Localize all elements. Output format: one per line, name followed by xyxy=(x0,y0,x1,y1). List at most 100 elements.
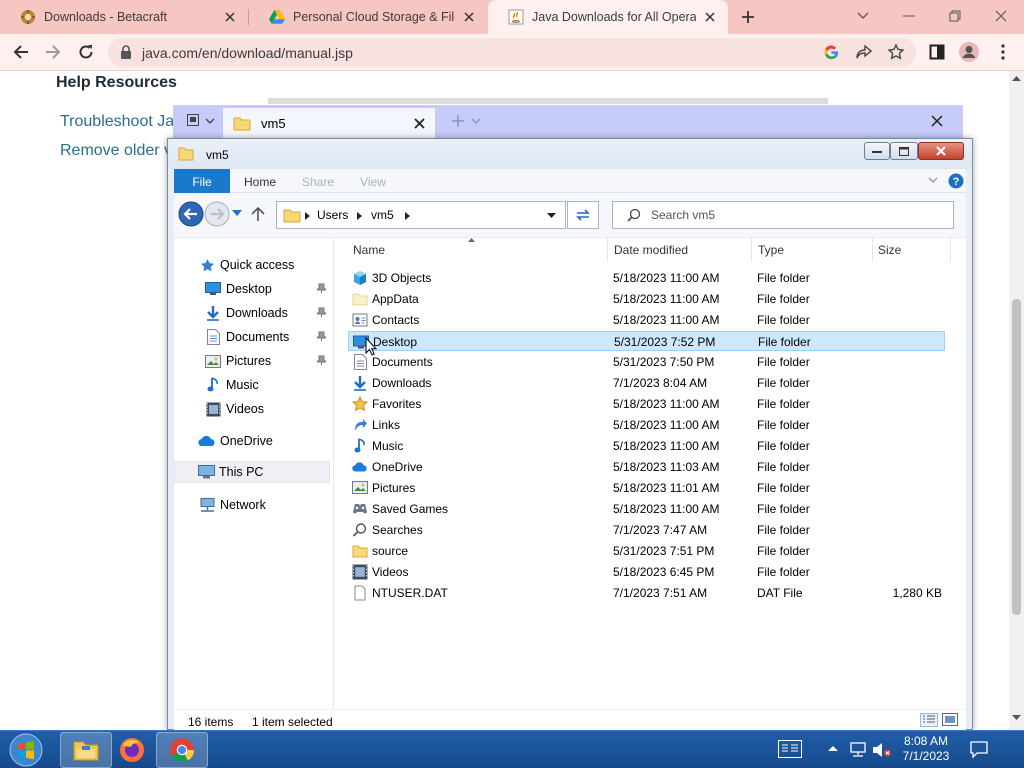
back-button[interactable] xyxy=(8,39,34,65)
back-button[interactable] xyxy=(178,201,204,227)
breadcrumb-users[interactable]: Users xyxy=(317,208,348,222)
taskbar-chrome[interactable] xyxy=(156,732,208,768)
explorer-title-bar[interactable]: vm5 xyxy=(168,139,972,169)
network-status-icon[interactable] xyxy=(850,742,868,758)
ribbon-tab-file[interactable]: File xyxy=(174,169,230,193)
breadcrumb-vm5[interactable]: vm5 xyxy=(371,208,394,222)
tab-list-icon[interactable] xyxy=(187,114,215,128)
share-icon[interactable] xyxy=(856,45,872,60)
close-button[interactable] xyxy=(918,142,964,160)
table-row[interactable]: OneDrive 5/18/2023 11:03 AM File folder xyxy=(348,457,945,477)
chevron-right-icon[interactable] xyxy=(357,212,362,220)
nav-network[interactable]: Network xyxy=(174,494,330,516)
nav-videos[interactable]: Videos xyxy=(174,398,330,420)
column-header-date-modified[interactable]: Date modified xyxy=(614,243,688,257)
expand-ribbon-icon[interactable] xyxy=(928,177,938,183)
ribbon-tab-view[interactable]: View xyxy=(348,169,398,193)
minimize-button[interactable] xyxy=(864,142,890,160)
table-row[interactable]: Pictures 5/18/2023 11:01 AM File folder xyxy=(348,478,945,498)
forward-button[interactable] xyxy=(204,201,230,227)
lock-icon[interactable] xyxy=(120,45,132,59)
browser-tab-google-drive[interactable]: Personal Cloud Storage & File Sh xyxy=(249,0,487,34)
nav-onedrive[interactable]: OneDrive xyxy=(174,430,330,452)
system-clock[interactable]: 8:08 AM 7/1/2023 xyxy=(896,734,956,764)
browser-tab-java-active[interactable]: Java Downloads for All Operating xyxy=(488,0,728,34)
menu-button[interactable] xyxy=(990,39,1016,65)
details-view-button[interactable] xyxy=(920,713,938,727)
troubleshoot-link[interactable]: Troubleshoot Jav xyxy=(60,113,182,131)
nav-this-pc[interactable]: This PC xyxy=(174,461,330,483)
close-window-button[interactable] xyxy=(978,2,1024,30)
search-box[interactable]: Search vm5 xyxy=(612,201,954,229)
column-header-size[interactable]: Size xyxy=(878,243,901,257)
remove-older-versions-link[interactable]: Remove older ve xyxy=(60,142,181,160)
table-row[interactable]: Downloads 7/1/2023 8:04 AM File folder xyxy=(348,373,945,393)
large-icons-view-button[interactable] xyxy=(942,713,958,726)
table-row[interactable]: NTUSER.DAT 7/1/2023 7:51 AM DAT File 1,280 … xyxy=(348,583,945,603)
forward-button[interactable] xyxy=(40,39,66,65)
table-row[interactable]: Contacts 5/18/2023 11:00 AM File folder xyxy=(348,310,945,330)
ribbon-tab-home[interactable]: Home xyxy=(234,169,286,193)
scroll-up-arrow-icon[interactable] xyxy=(1012,75,1021,81)
new-tab-button[interactable] xyxy=(736,5,760,29)
refresh-button[interactable] xyxy=(567,201,599,229)
reload-button[interactable] xyxy=(73,39,99,65)
taskbar-file-explorer[interactable] xyxy=(60,732,112,768)
table-row[interactable]: source 5/31/2023 7:51 PM File folder xyxy=(348,541,945,561)
minimize-button[interactable] xyxy=(886,2,932,30)
column-header-name[interactable]: Name xyxy=(353,243,385,257)
maximize-button[interactable] xyxy=(890,142,918,160)
close-tab-icon[interactable] xyxy=(461,9,477,25)
table-row[interactable]: Links 5/18/2023 11:00 AM File folder xyxy=(348,415,945,435)
ribbon-tab-share[interactable]: Share xyxy=(292,169,344,193)
up-arrow-icon[interactable] xyxy=(251,206,265,222)
taskbar-firefox[interactable] xyxy=(106,732,158,768)
column-divider[interactable] xyxy=(950,238,951,262)
recent-locations-icon[interactable] xyxy=(232,210,242,217)
scrollbar-thumb[interactable] xyxy=(1012,299,1021,615)
nav-desktop[interactable]: Desktop xyxy=(174,278,330,300)
explorer-tab-vm5[interactable]: vm5 xyxy=(223,108,435,138)
start-button[interactable] xyxy=(0,732,52,768)
chevron-right-icon[interactable] xyxy=(405,212,410,220)
table-row[interactable]: AppData 5/18/2023 11:00 AM File folder xyxy=(348,289,945,309)
table-row[interactable]: Videos 5/18/2023 6:45 PM File folder xyxy=(348,562,945,582)
new-explorer-tab-button[interactable] xyxy=(451,114,483,128)
column-divider[interactable] xyxy=(872,238,873,262)
close-tab-icon[interactable] xyxy=(222,9,238,25)
nav-downloads[interactable]: Downloads xyxy=(174,302,330,324)
profile-button[interactable] xyxy=(956,39,982,65)
side-panel-button[interactable] xyxy=(924,39,950,65)
table-row[interactable]: Favorites 5/18/2023 11:00 AM File folder xyxy=(348,394,945,414)
bookmark-star-icon[interactable] xyxy=(888,44,904,60)
show-hidden-icons-chevron[interactable] xyxy=(828,745,838,752)
address-dropdown-icon[interactable] xyxy=(547,213,556,219)
scroll-down-arrow-icon[interactable] xyxy=(1012,715,1021,721)
table-row[interactable]: Saved Games 5/18/2023 11:00 AM File folder xyxy=(348,499,945,519)
close-tab-icon[interactable] xyxy=(414,117,425,129)
notifications-icon[interactable] xyxy=(970,741,988,758)
table-row[interactable]: 3D Objects 5/18/2023 11:00 AM File folder xyxy=(348,268,945,288)
nav-pictures[interactable]: Pictures xyxy=(174,350,330,372)
nav-music[interactable]: Music xyxy=(174,374,330,396)
action-center-icon[interactable] xyxy=(778,740,802,758)
tab-search-button[interactable] xyxy=(840,2,886,30)
volume-muted-icon[interactable] xyxy=(872,742,892,758)
nav-quick-access[interactable]: Quick access xyxy=(174,254,330,276)
help-icon[interactable]: ? xyxy=(948,173,964,189)
table-row[interactable]: Music 5/18/2023 11:00 AM File folder xyxy=(348,436,945,456)
chevron-right-icon[interactable] xyxy=(305,212,310,220)
column-header-type[interactable]: Type xyxy=(758,243,784,257)
table-row[interactable]: Documents 5/31/2023 7:50 PM File folder xyxy=(348,352,945,372)
browser-tab-betacraft[interactable]: Downloads - Betacraft xyxy=(0,0,248,34)
page-scrollbar[interactable] xyxy=(1009,71,1024,730)
table-row[interactable]: Searches 7/1/2023 7:47 AM File folder xyxy=(348,520,945,540)
table-row[interactable]: Desktop 5/31/2023 7:52 PM File folder xyxy=(348,331,945,351)
close-explorer-tabs-button[interactable] xyxy=(931,115,943,127)
address-bar[interactable]: java.com/en/download/manual.jsp xyxy=(108,38,916,67)
nav-documents[interactable]: Documents xyxy=(174,326,330,348)
restore-button[interactable] xyxy=(932,2,978,30)
column-divider[interactable] xyxy=(751,238,752,262)
close-tab-icon[interactable] xyxy=(702,9,718,25)
google-icon[interactable] xyxy=(824,45,839,60)
